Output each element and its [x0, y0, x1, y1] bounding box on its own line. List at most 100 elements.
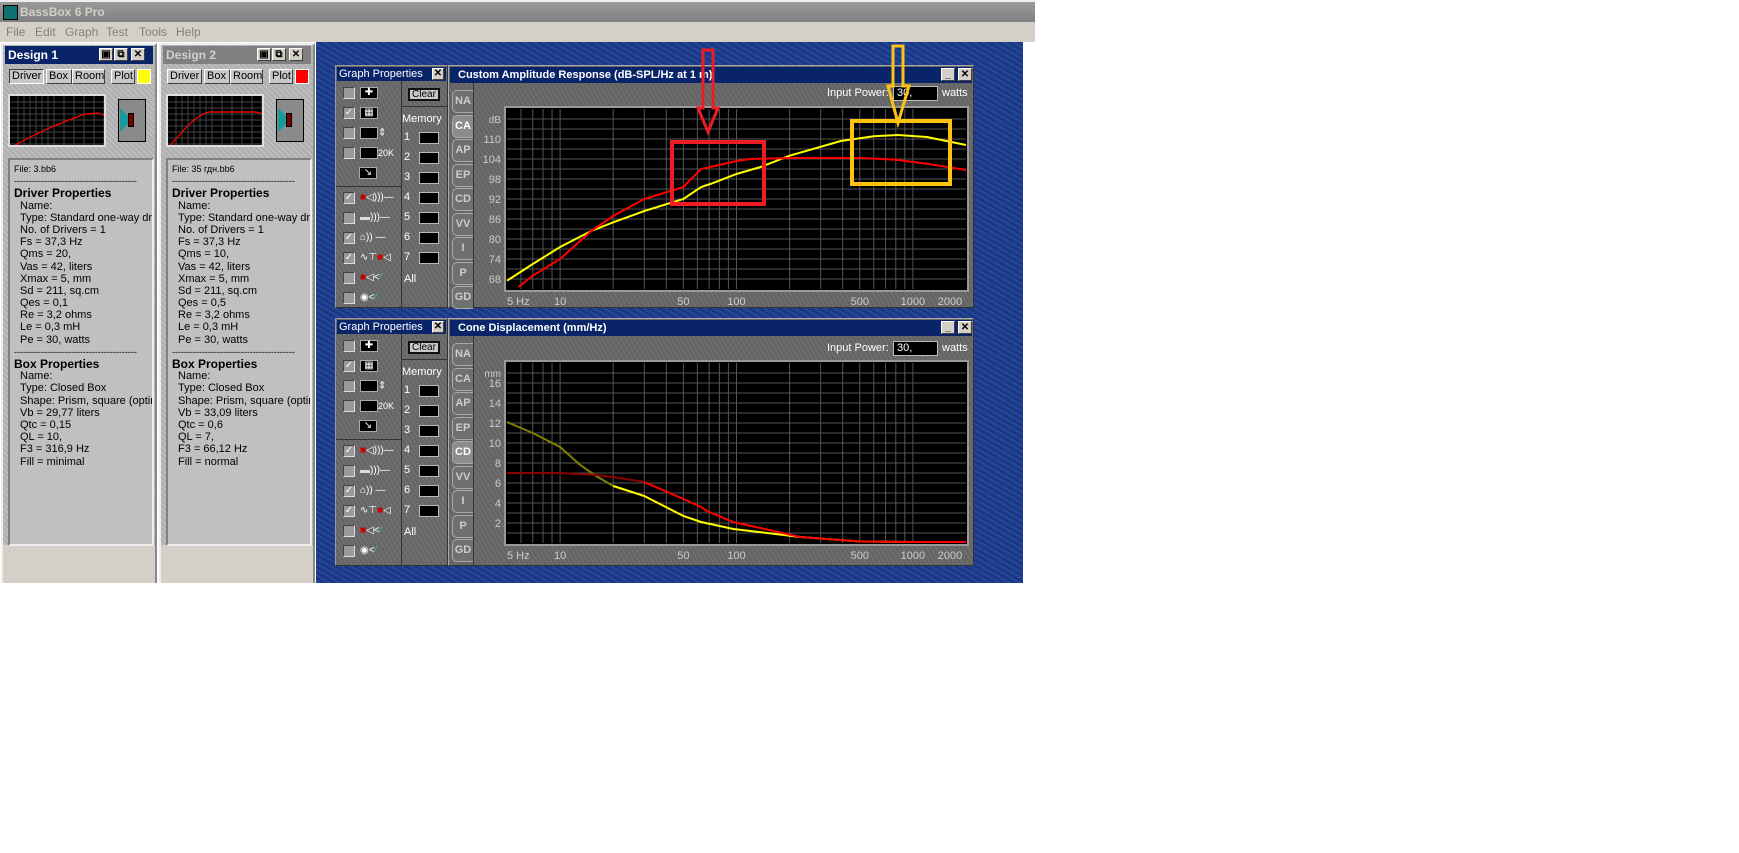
memory-slot-5[interactable]: [419, 465, 439, 477]
graph-export-icon[interactable]: ↘: [359, 167, 377, 180]
clear-memory-button[interactable]: Clear: [408, 341, 440, 354]
duplicate-icon[interactable]: ⧉: [272, 48, 286, 61]
box-property: Fill = minimal: [20, 455, 85, 468]
option-checkbox[interactable]: [343, 400, 355, 412]
memory-slot-3[interactable]: [419, 425, 439, 437]
speaker-box-icon[interactable]: [118, 99, 146, 142]
menu-file[interactable]: File: [6, 25, 25, 39]
save-icon[interactable]: ▣: [99, 48, 113, 61]
plot-color-swatch[interactable]: [137, 69, 151, 84]
room-button[interactable]: Room: [72, 69, 105, 84]
driver-property: Xmax = 5, mm: [178, 272, 250, 285]
option-checkbox[interactable]: ✓: [343, 252, 355, 264]
cursor-icon: ✚: [360, 87, 378, 100]
option-checkbox[interactable]: [343, 272, 355, 284]
option-checkbox[interactable]: [343, 127, 355, 139]
design-title-bar: Design 2 ▣ ⧉ ✕: [163, 46, 311, 64]
option-checkbox[interactable]: [343, 465, 355, 477]
memory-slot-number: 3: [404, 171, 411, 183]
plot-button[interactable]: Plot: [111, 69, 135, 84]
option-checkbox[interactable]: [343, 87, 355, 99]
box-property: Type: Closed Box: [178, 382, 265, 395]
option-checkbox[interactable]: ✓: [343, 192, 355, 204]
memory-all-button[interactable]: All: [404, 526, 416, 538]
menu-tools[interactable]: Tools: [139, 25, 167, 39]
box-properties-heading: Box Properties: [14, 357, 100, 371]
y-tick-label: 2: [495, 518, 501, 530]
option-checkbox[interactable]: [343, 545, 355, 557]
option-checkbox[interactable]: ✓: [343, 485, 355, 497]
driver-property: Fs = 37,3 Hz: [20, 236, 83, 249]
file-name: File: 3.bb6: [14, 164, 57, 174]
menu-help[interactable]: Help: [176, 25, 201, 39]
memory-slot-1[interactable]: [419, 132, 439, 144]
plot-button[interactable]: Plot: [269, 69, 293, 84]
memory-slot-3[interactable]: [419, 172, 439, 184]
option-checkbox[interactable]: ✓: [343, 232, 355, 244]
extend-20k-icon: 20K: [360, 147, 394, 160]
close-icon[interactable]: ✕: [432, 68, 444, 80]
close-icon[interactable]: ✕: [131, 48, 145, 61]
graph-properties-panel-1: Graph Properties ✕ ✚ ✓ ▦ ⇕ 20K ↘ ✓ ■◁)))— ▬)))— ✓…: [335, 65, 449, 308]
box-button[interactable]: Box: [46, 69, 72, 84]
save-icon[interactable]: ▣: [257, 48, 271, 61]
memory-all-button[interactable]: All: [404, 273, 416, 285]
option-checkbox[interactable]: ✓: [343, 107, 355, 119]
option-checkbox[interactable]: [343, 380, 355, 392]
driver-button[interactable]: Driver: [167, 69, 202, 84]
grid-icon: ▦: [360, 360, 378, 373]
box-property: QL = 10,: [20, 431, 63, 444]
option-checkbox[interactable]: ✓: [343, 505, 355, 517]
close-icon[interactable]: ✕: [289, 48, 303, 61]
x-tick-label: 500: [851, 550, 869, 562]
speaker-magnet-icon: [286, 113, 292, 127]
option-checkbox[interactable]: [343, 340, 355, 352]
clear-memory-button[interactable]: Clear: [408, 88, 440, 101]
memory-slot-7[interactable]: [419, 505, 439, 517]
option-checkbox[interactable]: [343, 292, 355, 304]
menu-test[interactable]: Test: [106, 25, 128, 39]
menu-graph[interactable]: Graph: [65, 25, 98, 39]
memory-slot-4[interactable]: [419, 445, 439, 457]
design-properties-text: File: 35 гдн.bb6 ------------------------…: [166, 158, 312, 546]
graph-export-icon[interactable]: ↘: [359, 420, 377, 433]
memory-slot-1[interactable]: [419, 385, 439, 397]
option-checkbox[interactable]: [343, 147, 355, 159]
memory-slot-5[interactable]: [419, 212, 439, 224]
speaker-box-icon[interactable]: [276, 99, 304, 142]
option-checkbox[interactable]: [343, 525, 355, 537]
option-checkbox[interactable]: ✓: [343, 445, 355, 457]
crossover-response-icon: ∿⊤■◁: [360, 505, 391, 516]
design-1-pane: Design 1 ▣ ⧉ ✕ Driver Box Room Plot File: 3.bb6-…: [1, 43, 157, 583]
memory-slot-7[interactable]: [419, 252, 439, 264]
menu-edit[interactable]: Edit: [35, 25, 56, 39]
y-tick-label: 74: [489, 254, 501, 266]
memory-slot-6[interactable]: [419, 232, 439, 244]
x-tick-label: 10: [554, 296, 566, 308]
y-tick-label: 86: [489, 214, 501, 226]
memory-slot-number: 4: [404, 191, 411, 203]
mini-response-graph[interactable]: [8, 94, 106, 147]
box-property: Name:: [178, 370, 211, 383]
design-2-pane: Design 2 ▣ ⧉ ✕ Driver Box Room Plot File: 35 гдн…: [159, 43, 315, 583]
close-icon[interactable]: ✕: [432, 321, 444, 333]
box-button[interactable]: Box: [204, 69, 230, 84]
x-tick-label: 2000: [938, 296, 962, 308]
divider: [336, 186, 401, 187]
option-checkbox[interactable]: ✓: [343, 360, 355, 372]
chart-amplitude: dB 68 74 80 86 92 98 104 110 5 Hz 10 50 100 500 1000 20…: [483, 106, 969, 308]
memory-slot-2[interactable]: [419, 152, 439, 164]
memory-slot-4[interactable]: [419, 192, 439, 204]
driver-property: Xmax = 5, mm: [20, 272, 92, 285]
mini-response-graph[interactable]: [166, 94, 264, 147]
room-button[interactable]: Room: [230, 69, 263, 84]
memory-slot-2[interactable]: [419, 405, 439, 417]
duplicate-icon[interactable]: ⧉: [114, 48, 128, 61]
option-checkbox[interactable]: [343, 212, 355, 224]
plot-color-swatch[interactable]: [295, 69, 309, 84]
driver-property: Type: Standard one-way driver: [20, 211, 154, 224]
driver-button[interactable]: Driver: [9, 69, 44, 84]
memory-slot-6[interactable]: [419, 485, 439, 497]
y-tick-label: 68: [489, 274, 501, 286]
y-tick-label: 12: [489, 418, 501, 430]
